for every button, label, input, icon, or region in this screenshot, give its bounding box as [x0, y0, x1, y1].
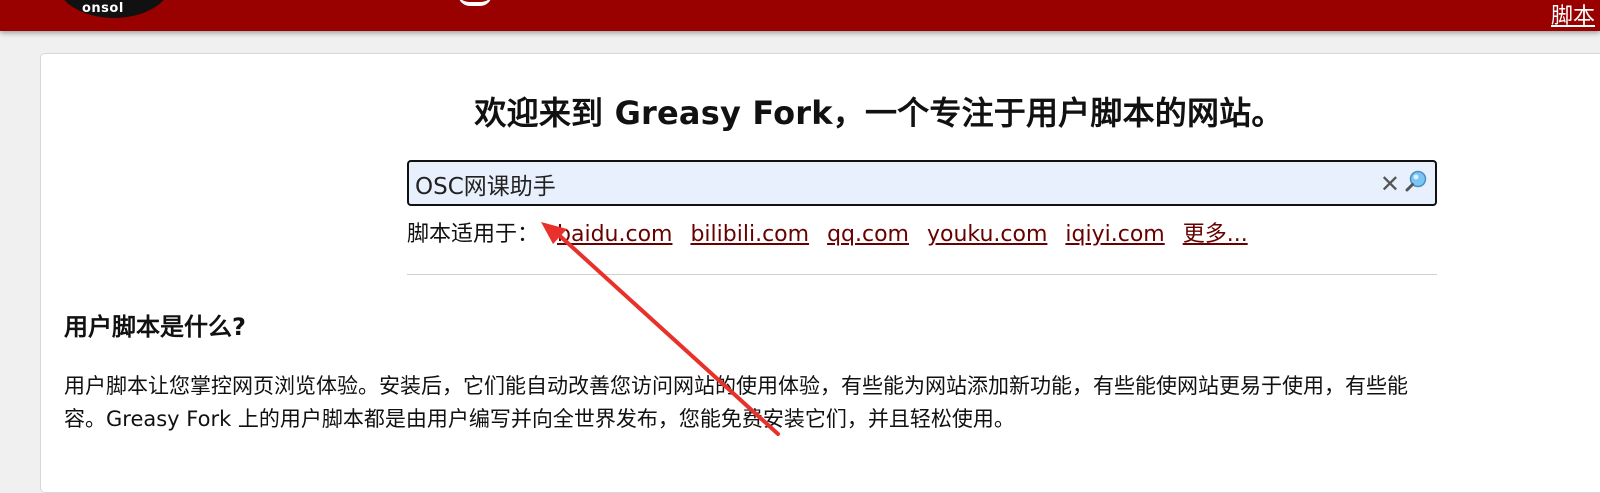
site-link-more[interactable]: 更多... [1183, 222, 1248, 247]
section-text: 用户脚本让您掌控网页浏览体验。安装后，它们能自动改善您访问网站的使用体验，有些能… [64, 370, 1600, 436]
site-header: onsol 脚本 [0, 0, 1600, 31]
site-logo[interactable]: onsol [56, 0, 172, 18]
page-title: 欢迎来到 Greasy Fork，一个专注于用户脚本的网站。 [474, 94, 1284, 132]
site-title-fragment [458, 0, 492, 6]
search-box[interactable]: ✕ [407, 160, 1437, 206]
site-link-baidu[interactable]: baidu.com [557, 222, 672, 247]
site-link-iqiyi[interactable]: iqiyi.com [1065, 222, 1164, 247]
site-link-bilibili[interactable]: bilibili.com [690, 222, 809, 247]
search-input[interactable] [413, 166, 1367, 202]
logo-text: onsol [82, 1, 124, 16]
close-icon[interactable]: ✕ [1380, 172, 1400, 196]
section-text-line-2: 容。Greasy Fork 上的用户脚本都是由用户编写并向全世界发布，您能免费安… [64, 407, 1015, 431]
site-link-qq[interactable]: qq.com [827, 222, 909, 247]
nav-link-scripts[interactable]: 脚本 [1551, 0, 1595, 30]
section-text-line-1: 用户脚本让您掌控网页浏览体验。安装后，它们能自动改善您访问网站的使用体验，有些能… [64, 374, 1408, 398]
script-sites: 脚本适用于： baidu.com bilibili.com qq.com youku.c… [407, 216, 1248, 248]
search-icon[interactable] [1405, 170, 1427, 192]
divider [407, 274, 1437, 275]
section-title: 用户脚本是什么? [64, 313, 246, 341]
sites-label: 脚本适用于： [407, 222, 540, 247]
site-link-youku[interactable]: youku.com [927, 222, 1047, 247]
